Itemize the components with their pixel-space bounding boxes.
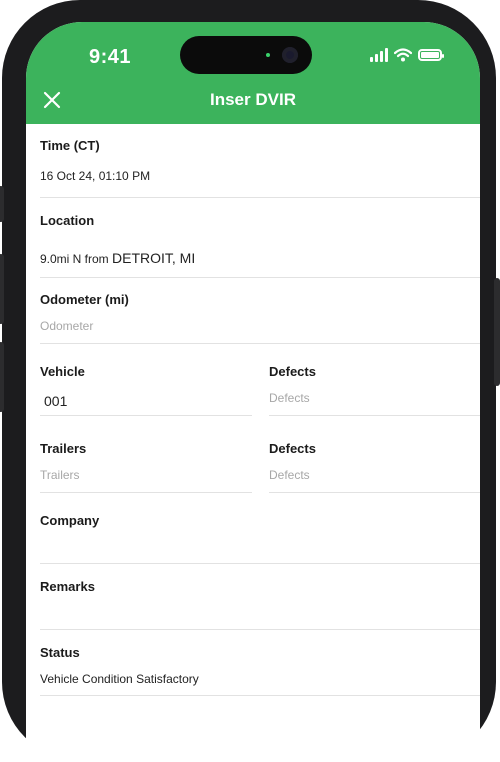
divider	[269, 415, 480, 416]
divider	[40, 197, 480, 198]
page-title: Inser DVIR	[210, 90, 296, 109]
signal-icon	[370, 48, 388, 62]
trailer-defects-label: Defects	[269, 441, 316, 456]
trailers-input[interactable]: Trailers	[40, 468, 80, 482]
remarks-label: Remarks	[40, 579, 95, 594]
battery-icon	[418, 49, 444, 61]
time-value[interactable]: 16 Oct 24, 01:10 PM	[40, 169, 150, 183]
location-label: Location	[40, 213, 95, 228]
volume-up-button	[0, 254, 4, 324]
odometer-label: Odometer (mi)	[40, 292, 129, 307]
app-header: 9:41 Inser DVIR	[26, 22, 480, 124]
volume-down-button	[0, 342, 4, 412]
status-time: 9:41	[89, 46, 132, 68]
status-icons	[370, 48, 444, 62]
status-select[interactable]: Vehicle Condition Satisfactory	[40, 672, 199, 686]
dynamic-island	[180, 36, 312, 74]
location-distance: 9.0mi N from	[40, 252, 113, 266]
divider	[40, 277, 480, 278]
divider	[40, 563, 480, 564]
divider	[40, 695, 480, 696]
vehicle-defects-input[interactable]: Defects	[269, 391, 310, 405]
divider	[269, 492, 480, 493]
privacy-indicator	[266, 53, 270, 57]
vehicle-label: Vehicle	[40, 364, 85, 379]
mute-switch	[0, 186, 4, 222]
divider	[40, 343, 480, 344]
divider	[40, 492, 252, 493]
odometer-input[interactable]: Odometer	[40, 319, 93, 333]
location-value[interactable]: 9.0mi N from DETROIT, MI	[40, 250, 195, 266]
phone-frame: 9:41 Inser DVIR Time (CT) 16 Oct 24, 01:…	[0, 0, 500, 762]
divider	[40, 415, 252, 416]
status-label: Status	[40, 645, 80, 660]
vehicle-input[interactable]: 001	[44, 393, 67, 409]
trailer-defects-input[interactable]: Defects	[269, 468, 310, 482]
wifi-icon	[394, 48, 412, 62]
screen: 9:41 Inser DVIR Time (CT) 16 Oct 24, 01:…	[26, 22, 480, 762]
location-city: DETROIT, MI	[112, 250, 196, 266]
trailers-label: Trailers	[40, 441, 87, 456]
camera-icon	[282, 47, 298, 63]
vehicle-defects-label: Defects	[269, 364, 316, 379]
remarks-input[interactable]	[40, 604, 460, 624]
divider	[40, 629, 480, 630]
company-label: Company	[40, 513, 100, 528]
time-label: Time (CT)	[40, 138, 100, 153]
company-input[interactable]	[40, 538, 460, 558]
power-button	[494, 278, 500, 386]
